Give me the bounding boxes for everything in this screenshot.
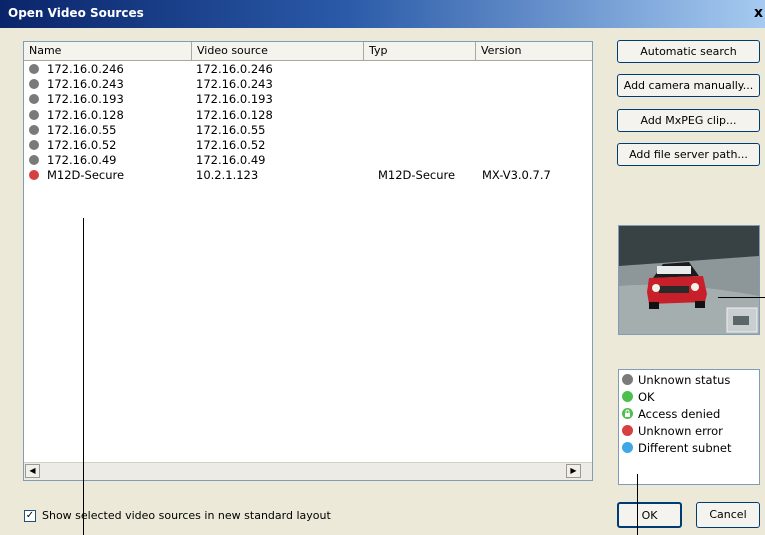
cancel-button[interactable]: Cancel	[696, 502, 760, 528]
status-legend: Unknown status OK Access denied Unknown …	[618, 369, 760, 485]
status-dot-icon	[29, 94, 39, 105]
status-dot-icon	[29, 155, 39, 166]
status-dot-icon	[29, 109, 39, 120]
legend-label: Different subnet	[638, 441, 732, 455]
cell-source: 172.16.0.52	[196, 138, 266, 152]
cell-typ: M12D-Secure	[378, 168, 456, 183]
legend-label: Unknown error	[638, 424, 723, 438]
cell-name: 172.16.0.55	[47, 122, 117, 137]
automatic-search-button[interactable]: Automatic search	[617, 40, 760, 63]
add-mxpeg-clip-button[interactable]: Add MxPEG clip...	[617, 109, 760, 132]
cell-source: 172.16.0.243	[196, 77, 273, 92]
close-icon[interactable]: x	[754, 5, 763, 21]
lock-icon	[622, 408, 633, 419]
callout-line	[83, 218, 84, 535]
status-dot-icon	[29, 124, 39, 135]
callout-line	[718, 297, 765, 298]
column-header-name[interactable]: Name	[24, 42, 192, 60]
cell-name: 172.16.0.243	[47, 77, 124, 92]
window-title: Open Video Sources	[8, 6, 144, 20]
table-row[interactable]: 172.16.0.246 172.16.0.246	[24, 62, 592, 77]
video-sources-list[interactable]: Name Video source Typ Version 172.16.0.2…	[23, 41, 593, 481]
table-row[interactable]: 172.16.0.243 172.16.0.243	[24, 77, 592, 92]
scroll-right-icon[interactable]: ▶	[566, 464, 581, 478]
cell-source: 172.16.0.193	[196, 92, 273, 107]
error-status-dot-icon	[622, 425, 633, 436]
cell-name: 172.16.0.128	[47, 107, 124, 122]
cell-name: 172.16.0.49	[47, 153, 117, 168]
cell-name: 172.16.0.246	[47, 62, 124, 76]
column-header-video-source[interactable]: Video source	[192, 42, 364, 60]
cell-source: 172.16.0.55	[196, 122, 266, 137]
legend-label: OK	[638, 390, 655, 404]
callout-line	[637, 474, 638, 535]
car-preview-graphic	[619, 226, 759, 334]
table-row[interactable]: M12D-Secure 10.2.1.123 M12D-Secure MX-V3.0.…	[24, 168, 592, 183]
add-camera-manually-button[interactable]: Add camera manually...	[617, 74, 760, 97]
subnet-status-dot-icon	[622, 442, 633, 453]
legend-label: Unknown status	[638, 373, 731, 387]
table-row[interactable]: 172.16.0.55 172.16.0.55	[24, 123, 592, 138]
table-row[interactable]: 172.16.0.193 172.16.0.193	[24, 92, 592, 107]
table-row[interactable]: 172.16.0.128 172.16.0.128	[24, 108, 592, 123]
unknown-status-dot-icon	[622, 374, 633, 385]
title-bar: Open Video Sources x	[0, 0, 765, 28]
column-header-typ[interactable]: Typ	[364, 42, 476, 60]
ok-status-dot-icon	[622, 391, 633, 402]
table-row[interactable]: 172.16.0.52 172.16.0.52	[24, 138, 592, 153]
horizontal-scrollbar[interactable]: ◀ ▶	[24, 462, 592, 480]
ok-button[interactable]: OK	[617, 502, 682, 528]
standard-layout-checkbox-label: Show selected video sources in new stand…	[42, 509, 331, 522]
status-dot-icon	[29, 170, 39, 181]
cell-source: 172.16.0.49	[196, 153, 266, 168]
column-header-version[interactable]: Version	[476, 42, 592, 60]
list-header: Name Video source Typ Version	[24, 42, 592, 61]
legend-label: Access denied	[638, 407, 721, 421]
scroll-left-icon[interactable]: ◀	[25, 464, 40, 478]
cell-source: 172.16.0.128	[196, 107, 273, 122]
add-file-server-path-button[interactable]: Add file server path...	[617, 143, 760, 166]
cell-source: 10.2.1.123	[196, 168, 259, 183]
status-dot-icon	[29, 79, 39, 90]
cell-name: 172.16.0.193	[47, 92, 124, 107]
cell-name: 172.16.0.52	[47, 138, 117, 152]
cell-version: MX-V3.0.7.7	[482, 168, 551, 183]
cell-name: M12D-Secure	[47, 168, 125, 183]
camera-preview-image	[618, 225, 760, 335]
open-video-sources-dialog: Open Video Sources x Name Video source T…	[0, 0, 765, 535]
status-dot-icon	[29, 64, 39, 74]
standard-layout-checkbox[interactable]: ✓	[24, 510, 36, 522]
cell-source: 172.16.0.246	[196, 62, 273, 76]
status-dot-icon	[29, 140, 39, 150]
table-row[interactable]: 172.16.0.49 172.16.0.49	[24, 153, 592, 168]
